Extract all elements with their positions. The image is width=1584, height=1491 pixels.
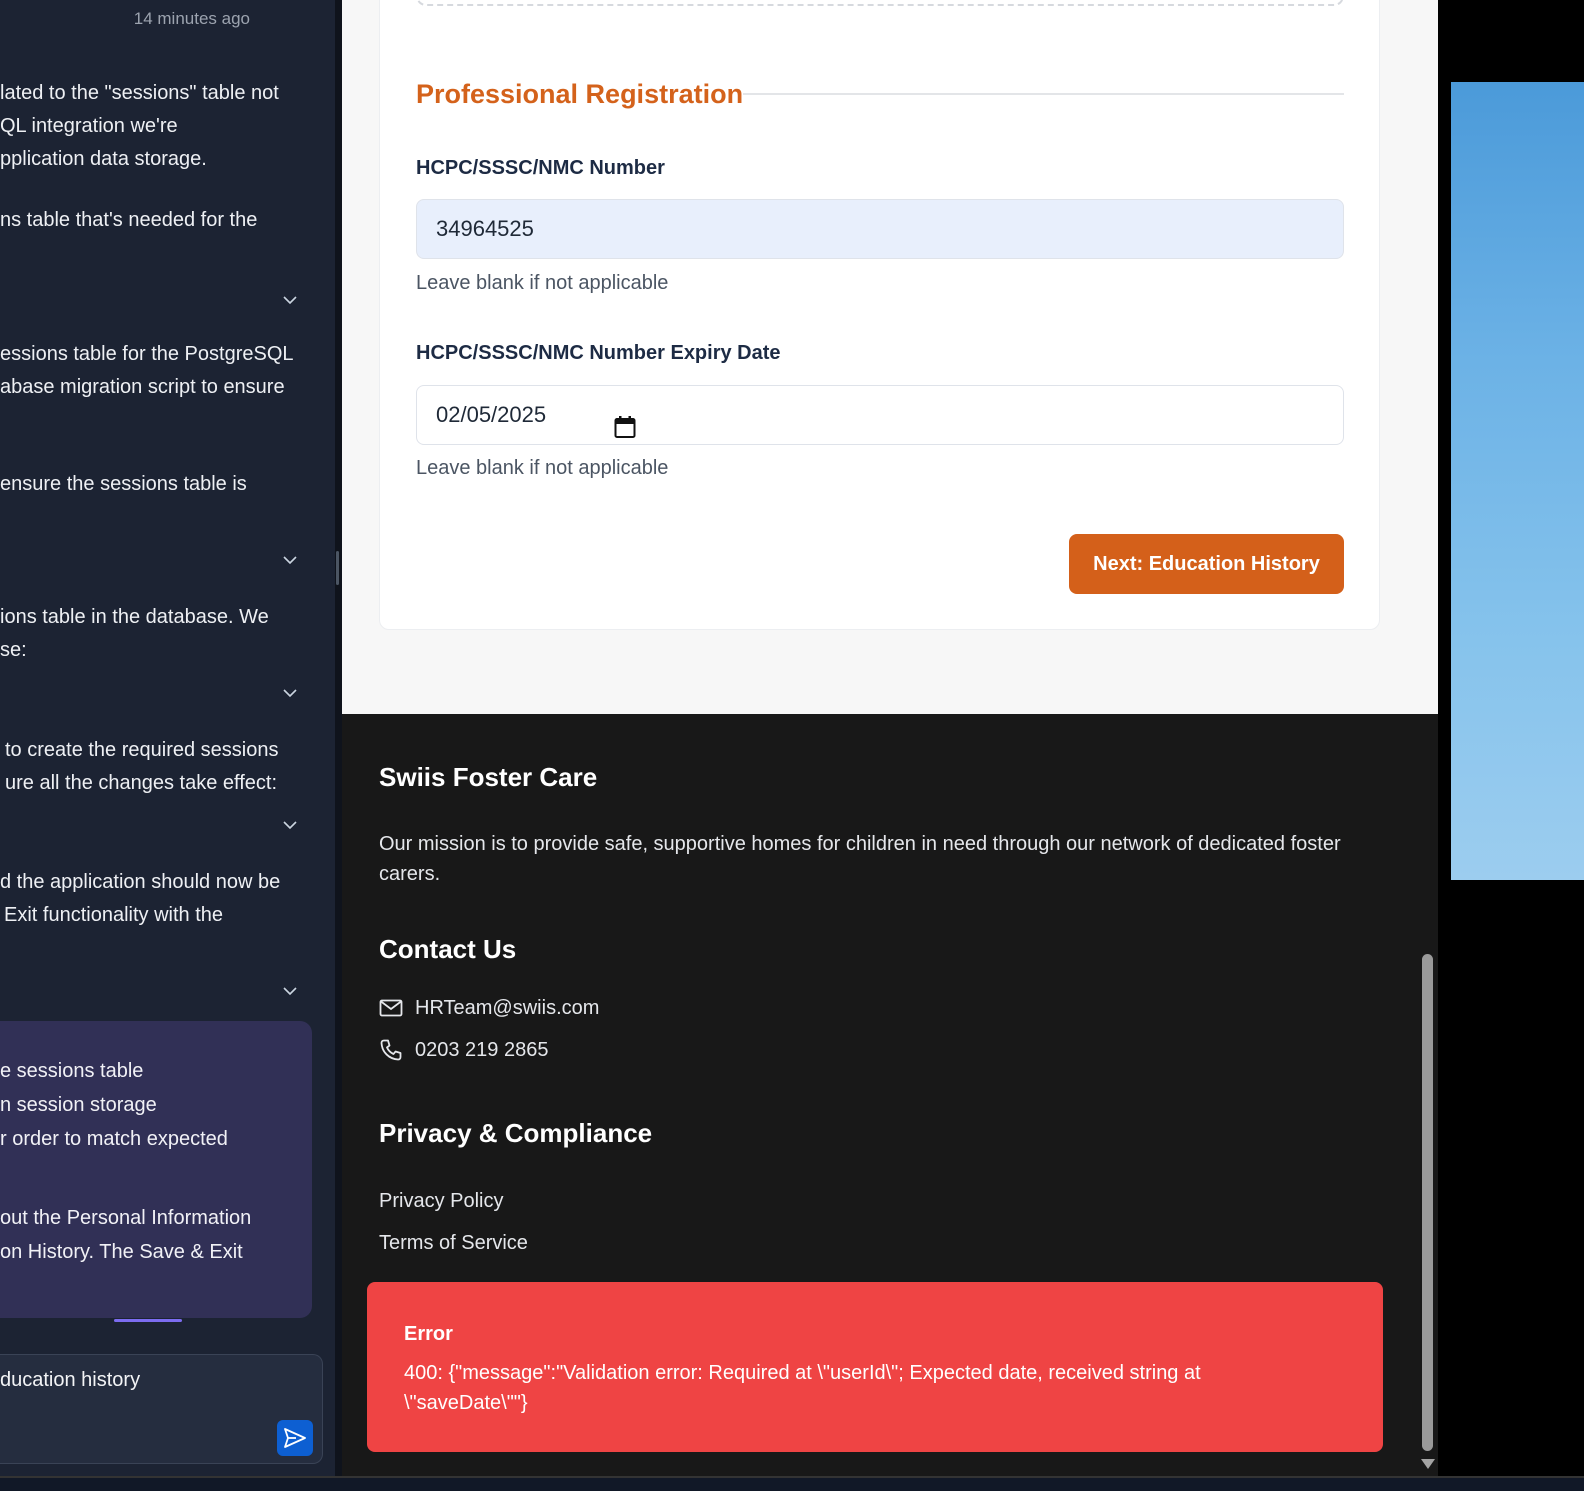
chat-line: lated to the "sessions" table not <box>0 82 279 104</box>
chat-line: e sessions table <box>0 1060 144 1082</box>
chat-message: lated to the "sessions" table not QL int… <box>0 77 312 176</box>
chat-message: to create the required sessions ure all … <box>5 734 317 800</box>
chat-message: d the application should now be Exit fun… <box>0 866 312 932</box>
send-button[interactable] <box>277 1420 313 1456</box>
reg-number-help: Leave blank if not applicable <box>416 272 669 294</box>
background-window <box>1451 82 1584 880</box>
chat-line: on History. The Save & Exit <box>0 1241 243 1263</box>
chat-message: essions table for the PostgreSQL abase m… <box>0 338 312 404</box>
chat-line: Exit functionality with the <box>4 904 223 926</box>
reg-number-input[interactable]: 34964525 <box>416 199 1344 259</box>
chat-card-text: out the Personal Information on History.… <box>0 1201 312 1269</box>
chat-input-value[interactable]: ducation history <box>0 1369 140 1392</box>
contact-email[interactable]: HRTeam@swiis.com <box>379 995 599 1021</box>
section-title: Professional Registration <box>416 79 744 109</box>
expiry-date-label: HCPC/SSSC/NMC Number Expiry Date <box>416 342 781 364</box>
expiry-date-input[interactable]: 02/05/2025 <box>416 385 1344 445</box>
chevron-down-icon[interactable] <box>282 685 298 701</box>
mail-icon <box>379 999 403 1017</box>
chat-line: ensure the sessions table is <box>0 473 247 495</box>
toast-message: 400: {"message":"Validation error: Requi… <box>404 1362 1201 1414</box>
resize-handle[interactable] <box>336 551 339 585</box>
contact-heading: Contact Us <box>379 934 517 964</box>
panel-divider <box>335 0 342 1476</box>
chat-line: n session storage <box>0 1094 157 1116</box>
privacy-heading: Privacy & Compliance <box>379 1118 653 1148</box>
scroll-down-arrow[interactable] <box>1421 1459 1435 1469</box>
chat-message: ions table in the database. We se: <box>0 601 312 667</box>
chat-input[interactable]: ducation history <box>0 1354 323 1464</box>
chat-summary-card: e sessions table n session storage r ord… <box>0 1021 312 1318</box>
contact-phone-text[interactable]: 0203 219 2865 <box>415 1039 548 1062</box>
chat-line: ure all the changes take effect: <box>5 772 278 794</box>
next-education-history-button[interactable]: Next: Education History <box>1069 534 1344 594</box>
upload-dropzone[interactable] <box>416 0 1344 6</box>
error-toast[interactable]: Error 400: {"message":"Validation error:… <box>367 1282 1383 1452</box>
reg-number-label: HCPC/SSSC/NMC Number <box>416 157 665 179</box>
chat-line: d the application should now be <box>0 871 281 893</box>
chat-line: QL integration we're <box>0 115 178 137</box>
terms-of-service-link[interactable]: Terms of Service <box>379 1232 528 1255</box>
chevron-down-icon[interactable] <box>282 552 298 568</box>
expiry-date-value[interactable]: 02/05/2025 <box>436 402 546 427</box>
taskbar-edge <box>0 1476 1584 1491</box>
form-card: Professional Registration HCPC/SSSC/NMC … <box>379 0 1380 630</box>
chat-line: pplication data storage. <box>0 148 207 170</box>
send-icon <box>284 1428 306 1448</box>
contact-email-text[interactable]: HRTeam@swiis.com <box>415 997 599 1020</box>
footer-mission: Our mission is to provide safe, supporti… <box>379 833 1341 885</box>
toast-title: Error <box>404 1323 453 1345</box>
contact-phone[interactable]: 0203 219 2865 <box>379 1037 548 1063</box>
chat-card-text: e sessions table n session storage r ord… <box>0 1054 312 1156</box>
card-progress-indicator <box>114 1319 182 1322</box>
footer-brand: Swiis Foster Care <box>379 762 598 792</box>
privacy-policy-link[interactable]: Privacy Policy <box>379 1190 503 1213</box>
section-divider <box>743 93 1344 95</box>
chat-message: ensure the sessions table is <box>0 468 312 501</box>
calendar-icon[interactable] <box>614 403 636 438</box>
chat-line: out the Personal Information <box>0 1207 252 1229</box>
chat-message: ns table that's needed for the <box>0 204 312 237</box>
expiry-date-help: Leave blank if not applicable <box>416 457 669 479</box>
chat-line: to create the required sessions <box>5 739 279 761</box>
chevron-down-icon[interactable] <box>282 983 298 999</box>
chat-line: r order to match expected <box>0 1128 228 1150</box>
chevron-down-icon[interactable] <box>282 817 298 833</box>
scrollbar-thumb[interactable] <box>1422 954 1433 1451</box>
message-timestamp: 14 minutes ago <box>133 9 250 28</box>
chat-line: se: <box>0 639 27 661</box>
chat-line: ns table that's needed for the <box>0 209 258 231</box>
chevron-down-icon[interactable] <box>282 292 298 308</box>
phone-icon <box>380 1039 402 1061</box>
chat-line: ions table in the database. We <box>0 606 269 628</box>
chat-line: essions table for the PostgreSQL <box>0 343 294 365</box>
chat-panel: 14 minutes ago lated to the "sessions" t… <box>0 0 335 1476</box>
chat-line: abase migration script to ensure <box>0 376 285 398</box>
main-page: Professional Registration HCPC/SSSC/NMC … <box>342 0 1438 1476</box>
